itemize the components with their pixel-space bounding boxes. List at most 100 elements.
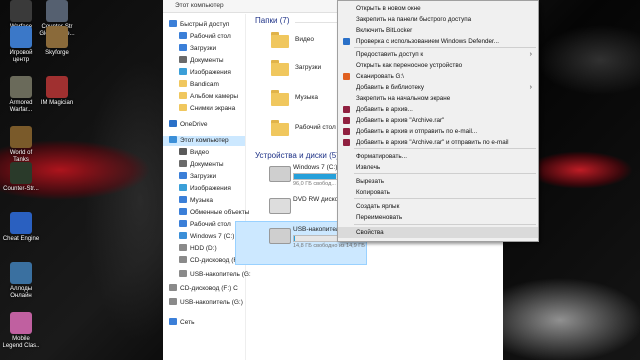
nav-item-icon	[169, 20, 177, 27]
context-menu-item[interactable]: Открыть как переносное устройство	[338, 60, 538, 71]
context-menu-item[interactable]: Добавить в архив...	[338, 104, 538, 115]
nav-item[interactable]: Загрузки	[179, 44, 216, 54]
nav-item[interactable]: Загрузки	[179, 172, 216, 182]
nav-item-label: Рабочий стол	[190, 221, 231, 228]
nav-item[interactable]: Рабочий стол	[179, 32, 231, 42]
nav-item[interactable]: Изображения	[179, 184, 231, 194]
nav-item[interactable]: OneDrive	[169, 120, 207, 130]
drive-free-space: 14,8 ГБ свободно из 14,9 ГБ	[293, 243, 365, 249]
nav-item[interactable]: Рабочий стол	[179, 220, 231, 230]
nav-item-label: Windows 7 (C:)	[190, 233, 235, 240]
nav-item[interactable]: Музыка	[179, 196, 213, 206]
drive-icon[interactable]	[269, 198, 291, 214]
drive-label[interactable]: Windows 7 (C:)	[293, 164, 337, 171]
nav-item[interactable]: CD-дисковод (F:) C	[169, 284, 238, 294]
context-menu-item-label: Извлечь	[356, 164, 381, 171]
folder-label[interactable]: Рабочий стол	[295, 124, 336, 131]
nav-item[interactable]: Документы	[179, 160, 224, 170]
nav-item[interactable]: Снимки экрана	[179, 104, 235, 114]
context-menu-item[interactable]: Добавить в библиотеку ›	[338, 82, 538, 93]
nav-item[interactable]: Обменные объекты	[179, 208, 249, 218]
menu-separator	[354, 148, 536, 149]
desktop-shortcut[interactable]: Mobile Legend Clas..	[2, 312, 40, 350]
breadcrumb[interactable]: Этот компьютер	[175, 2, 224, 9]
context-menu-item[interactable]: Сканировать G:\	[338, 71, 538, 82]
drive-icon[interactable]	[269, 228, 291, 244]
desktop-shortcut[interactable]: Аллоды Онлайн	[2, 262, 40, 300]
context-menu-item-label: Форматировать...	[356, 153, 407, 160]
context-menu-item[interactable]: Проверка с использованием Windows Defend…	[338, 36, 538, 47]
desktop-shortcut[interactable]: World of Tanks	[2, 126, 40, 164]
nav-item[interactable]: Альбом камеры	[179, 92, 238, 102]
nav-item[interactable]: Документы	[179, 56, 224, 66]
context-menu-item-label: Закрепить на начальном экране	[356, 95, 451, 102]
app-icon	[10, 26, 32, 48]
context-menu-item[interactable]: Закрепить на панели быстрого доступа	[338, 14, 538, 25]
nav-item-label: OneDrive	[180, 121, 208, 128]
nav-item-label: Документы	[190, 57, 224, 64]
nav-item[interactable]: Быстрый доступ	[169, 20, 229, 30]
desktop-shortcut-label: Mobile Legend Clas..	[2, 336, 40, 349]
nav-item-icon	[169, 298, 177, 305]
context-menu-item[interactable]: Предоставить доступ к ›	[338, 49, 538, 60]
folder-label[interactable]: Загрузки	[295, 64, 321, 71]
drive-icon[interactable]	[269, 166, 291, 182]
context-menu-item[interactable]: Форматировать...	[338, 151, 538, 162]
context-menu-item[interactable]: Добавить в архив "Archive.rar"	[338, 115, 538, 126]
desktop-shortcut-label: IM Magician	[40, 100, 74, 106]
context-menu-item[interactable]: Переименовать	[338, 212, 538, 223]
nav-item-icon	[169, 284, 177, 291]
context-menu-item-label: Закрепить на панели быстрого доступа	[356, 16, 472, 23]
desktop-shortcut[interactable]: Counter-Str...	[2, 162, 40, 193]
devices-group-header[interactable]: Устройства и диски (5)	[255, 151, 339, 160]
context-menu-item[interactable]: Извлечь	[338, 162, 538, 173]
context-menu-item[interactable]: Открыть в новом окне	[338, 3, 538, 14]
context-menu-item[interactable]: Закрепить на начальном экране	[338, 93, 538, 104]
desktop-shortcut[interactable]: Игровой центр	[2, 26, 40, 64]
folder-body	[271, 123, 289, 136]
nav-item-label: Bandicam	[190, 81, 219, 88]
folder-icon[interactable]	[271, 90, 289, 106]
context-menu-item[interactable]: Вырезать	[338, 176, 538, 187]
desktop-shortcut[interactable]: Skyforge	[38, 26, 76, 57]
nav-item[interactable]: Видео	[179, 148, 209, 158]
nav-item[interactable]: Этот компьютер	[163, 136, 245, 146]
nav-item[interactable]: HDD (D:)	[179, 244, 217, 254]
folder-icon[interactable]	[271, 60, 289, 76]
context-menu-item[interactable]: Включить BitLocker	[338, 25, 538, 36]
nav-item-icon	[179, 104, 187, 111]
nav-item-label: Рабочий стол	[190, 33, 231, 40]
context-menu-item[interactable]: Добавить в архив и отправить по e-mail..…	[338, 126, 538, 137]
nav-item[interactable]: Bandicam	[179, 80, 219, 90]
nav-item-icon	[179, 196, 187, 203]
folder-icon[interactable]	[271, 120, 289, 136]
context-menu-item[interactable]: Добавить в архив "Archive.rar" и отправи…	[338, 137, 538, 148]
context-menu-item-label: Копировать	[356, 189, 390, 196]
nav-item[interactable]: USB-накопитель (G:)	[169, 298, 243, 308]
folders-group-header[interactable]: Папки (7)	[255, 16, 290, 25]
context-menu-item-label: Переименовать	[356, 214, 403, 221]
nav-item[interactable]: USB-накопитель (G:	[179, 270, 251, 280]
nav-item-icon	[179, 232, 187, 239]
nav-item-icon	[169, 318, 177, 325]
app-icon	[10, 0, 32, 22]
nav-item[interactable]: Изображения	[179, 68, 231, 78]
context-menu-item-label: Добавить в архив и отправить по e-mail..…	[356, 128, 478, 135]
nav-item[interactable]: Windows 7 (C:)	[179, 232, 234, 242]
context-menu-item[interactable]: Создать ярлык	[338, 201, 538, 212]
desktop-shortcut[interactable]: Armored Warfar...	[2, 76, 40, 114]
nav-item-label: Альбом камеры	[190, 93, 239, 100]
folder-label[interactable]: Видео	[295, 36, 314, 43]
desktop-shortcut[interactable]: Cheat Engine	[2, 212, 40, 243]
folder-label[interactable]: Музыка	[295, 94, 318, 101]
folder-icon[interactable]	[271, 32, 289, 48]
context-menu-item[interactable]: Копировать	[338, 187, 538, 198]
app-icon	[10, 212, 32, 234]
menu-item-icon	[343, 73, 350, 80]
desktop-shortcut[interactable]: IM Magician	[38, 76, 76, 107]
context-menu-item[interactable]: Свойства	[338, 227, 538, 238]
nav-item-label: Документы	[190, 161, 224, 168]
drive-label[interactable]: DVD RW дисков	[293, 196, 342, 203]
nav-item[interactable]: Сеть	[169, 318, 194, 328]
drive-label[interactable]: USB-накопител	[293, 226, 340, 233]
